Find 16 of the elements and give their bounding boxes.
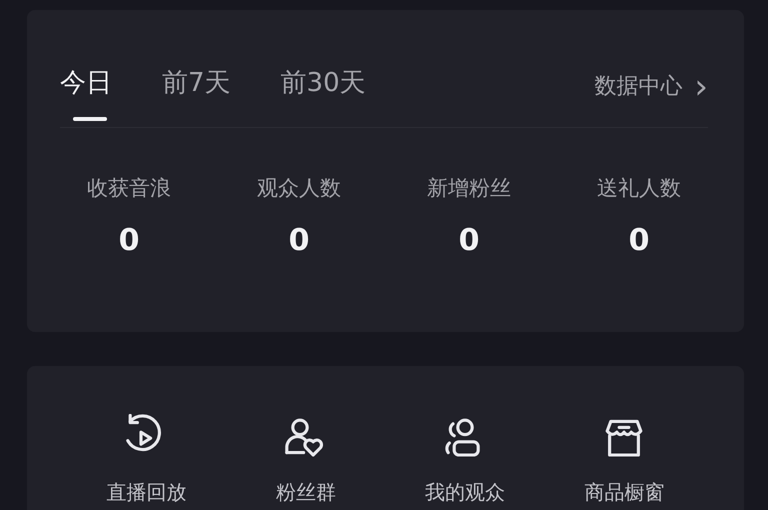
tab[interactable]: 今日 [60,68,112,120]
stat-label: 新增粉丝 [427,175,511,202]
tool-item[interactable]: 我的观众 [386,414,545,504]
stat-value: 0 [118,224,140,258]
stat-value: 0 [628,224,650,258]
stat-value: 0 [458,224,480,258]
tab[interactable]: 前30天 [280,68,366,120]
data-center-link[interactable]: 数据中心 › [594,72,708,102]
stat-label: 收获音浪 [87,175,171,202]
stat-label: 送礼人数 [597,175,681,202]
tab[interactable]: 前7天 [162,68,231,120]
tool-item[interactable]: 粉丝群 [226,414,386,504]
stat-label: 观众人数 [257,175,341,202]
stat-value: 0 [288,224,310,258]
tool-item[interactable]: 直播回放 [67,414,226,504]
tool-item[interactable]: 商品橱窗 [544,414,704,504]
